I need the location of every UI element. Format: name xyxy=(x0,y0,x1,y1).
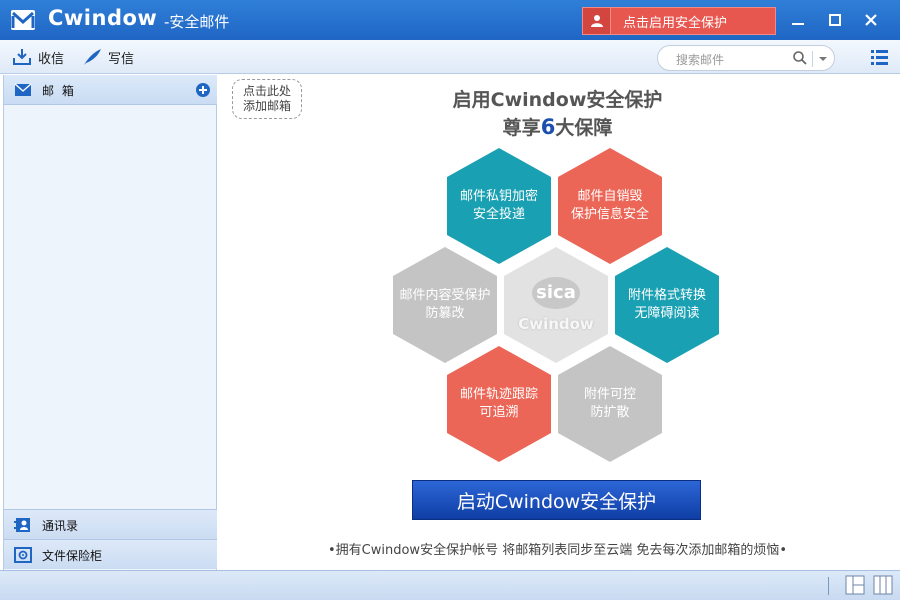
feature-label: 邮件轨迹跟踪 xyxy=(459,387,538,402)
sidebar-mailbox-label: 邮 箱 xyxy=(42,84,76,98)
center-logo: sica Cwindow xyxy=(504,247,608,363)
search-box[interactable]: 搜索邮件 xyxy=(657,45,835,71)
app-subtitle: -安全邮件 xyxy=(164,13,230,31)
compose-button[interactable]: 写信 xyxy=(82,46,134,68)
status-bar xyxy=(0,570,900,600)
feather-pen-icon xyxy=(84,49,101,65)
receive-mail-button[interactable]: 收信 xyxy=(12,46,64,68)
headline-line2: 尊享6大保障 xyxy=(218,113,897,140)
app-title: Cwindow xyxy=(48,6,158,30)
minimize-button[interactable] xyxy=(788,10,808,30)
feature-sublabel: 防扩散 xyxy=(590,405,630,420)
user-icon xyxy=(583,8,611,34)
app-logo-icon xyxy=(11,10,35,30)
headline-number: 6 xyxy=(540,115,556,139)
feature-sublabel: 安全投递 xyxy=(472,207,525,222)
search-placeholder: 搜索邮件 xyxy=(676,53,725,67)
close-button[interactable] xyxy=(861,10,881,30)
title-bar: Cwindow -安全邮件 点击启用安全保护 xyxy=(0,0,900,40)
sync-info-note: •拥有Cwindow安全保护帐号 将邮箱列表同步至云端 免去每次添加邮箱的烦恼• xyxy=(328,543,787,558)
feature-label: 邮件内容受保护 xyxy=(399,288,491,303)
start-protection-button[interactable]: 启动Cwindow安全保护 xyxy=(412,480,701,520)
status-divider xyxy=(828,577,829,595)
inbox-download-icon xyxy=(13,49,31,65)
feature-tamper-proof: 邮件内容受保护 防篡改 xyxy=(393,247,497,363)
add-mailbox-icon[interactable] xyxy=(195,82,211,98)
envelope-icon xyxy=(14,83,32,96)
feature-private-key-encryption: 邮件私钥加密 安全投递 xyxy=(447,148,551,264)
headline-pre: 尊享 xyxy=(502,117,541,139)
address-book-icon xyxy=(14,518,30,532)
feature-label: 附件可控 xyxy=(583,387,636,402)
sidebar-item-file-vault[interactable]: 文件保险柜 xyxy=(4,539,217,569)
feature-sublabel: 保护信息安全 xyxy=(570,207,649,222)
column-layout-icon[interactable] xyxy=(873,575,893,595)
feature-sublabel: 无障碍阅读 xyxy=(634,306,700,321)
feature-label: 邮件自销毁 xyxy=(577,189,643,204)
enable-protection-label: 点击启用安全保护 xyxy=(623,15,728,31)
feature-mail-tracking: 邮件轨迹跟踪 可追溯 xyxy=(447,346,551,462)
headline-line1: 启用Cwindow安全保护 xyxy=(452,89,663,111)
center-brand: Cwindow xyxy=(518,315,594,333)
maximize-icon xyxy=(829,14,841,26)
sidebar-item-contacts[interactable]: 通讯录 xyxy=(4,509,217,539)
headline-post: 大保障 xyxy=(555,117,613,139)
compose-label: 写信 xyxy=(108,51,135,67)
list-view-icon[interactable] xyxy=(870,48,890,66)
feature-sublabel: 防篡改 xyxy=(425,306,465,321)
sidebar-vault-label: 文件保险柜 xyxy=(42,549,103,563)
feature-attachment-control: 附件可控 防扩散 xyxy=(558,346,662,462)
search-icon[interactable] xyxy=(792,50,808,66)
maximize-button[interactable] xyxy=(825,10,845,30)
feature-self-destruct: 邮件自销毁保护信息安全 xyxy=(558,148,662,264)
search-separator xyxy=(812,51,813,67)
sidebar: 邮 箱 通讯录 文件保险柜 xyxy=(3,75,217,570)
safe-icon xyxy=(14,547,32,563)
feature-label: 附件格式转换 xyxy=(627,288,706,303)
feature-label: 邮件私钥加密 xyxy=(459,189,538,204)
enable-protection-button[interactable]: 点击启用安全保护 xyxy=(582,7,776,35)
sidebar-item-mailbox[interactable]: 邮 箱 xyxy=(4,75,217,105)
main-panel: 点击此处 添加邮箱 启用Cwindow安全保护 尊享6大保障 邮件私钥加密 安全投… xyxy=(218,75,897,570)
split-layout-icon[interactable] xyxy=(845,575,865,595)
receive-mail-label: 收信 xyxy=(38,51,65,67)
feature-sublabel: 可追溯 xyxy=(479,405,519,420)
close-icon xyxy=(865,14,877,26)
chevron-down-icon[interactable] xyxy=(818,55,828,63)
minimize-icon xyxy=(792,23,804,25)
sidebar-contacts-label: 通讯录 xyxy=(42,519,79,533)
feature-attachment-conversion: 附件格式转换 无障碍阅读 xyxy=(615,247,719,363)
sica-logo: sica xyxy=(532,277,580,309)
